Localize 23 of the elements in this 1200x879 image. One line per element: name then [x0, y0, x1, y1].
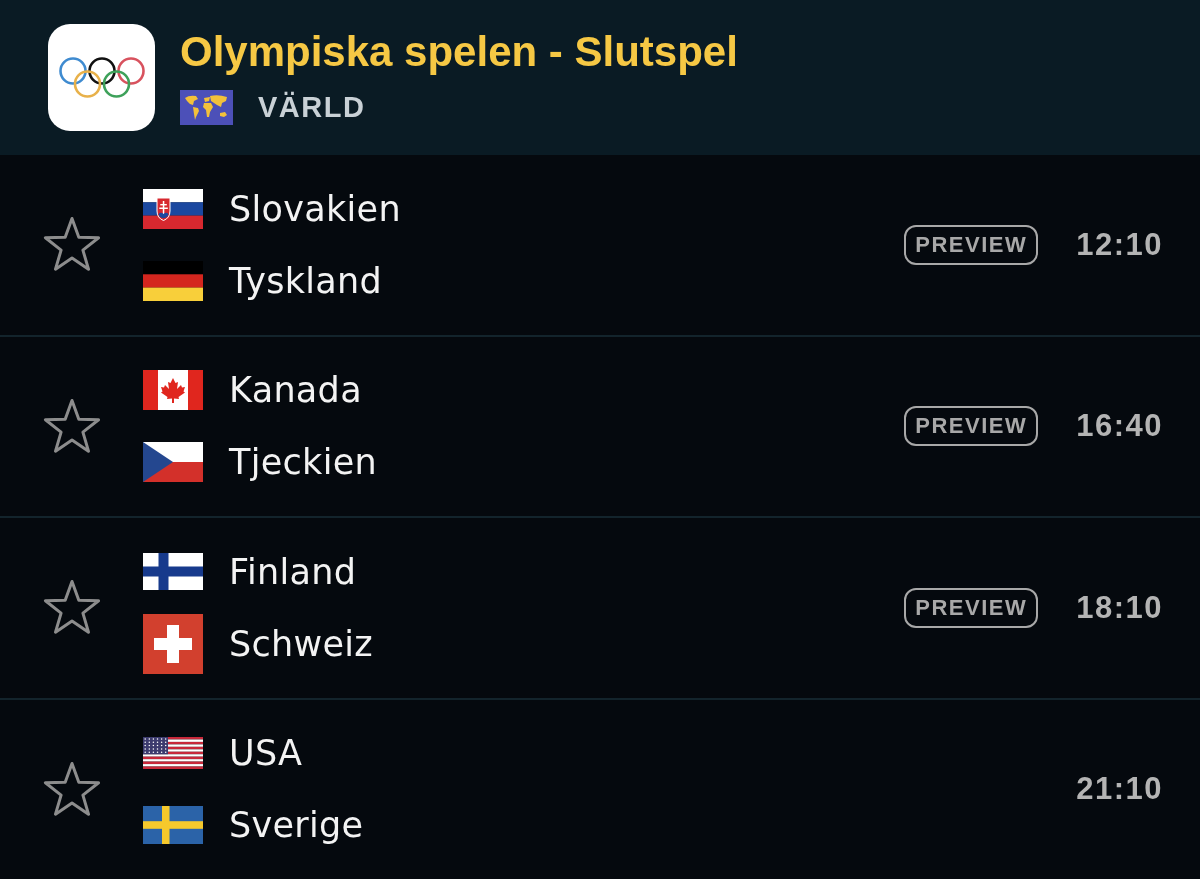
team-name: USA: [229, 732, 303, 775]
match-time: 21:10: [1076, 770, 1163, 809]
match-time: 18:10: [1076, 588, 1163, 627]
star-icon[interactable]: [42, 397, 102, 455]
team-name: Kanada: [229, 369, 362, 412]
team-name: Finland: [229, 550, 357, 593]
preview-tag[interactable]: PREVIEW: [904, 224, 1039, 265]
match-time: 16:40: [1076, 407, 1163, 446]
preview-tag[interactable]: PREVIEW: [904, 406, 1039, 447]
team-name: Slovakien: [229, 187, 401, 230]
world-map-flag-icon: [180, 90, 233, 125]
competition-title: Olympiska spelen - Slutspel: [180, 27, 738, 77]
match-time: 12:10: [1076, 225, 1163, 264]
olympic-rings-icon: [48, 24, 155, 131]
star-icon[interactable]: [42, 579, 102, 637]
star-icon[interactable]: [42, 216, 102, 274]
region-label: VÄRLD: [258, 90, 366, 125]
team-name: Tyskland: [229, 259, 383, 302]
team-name: Tjeckien: [229, 441, 377, 484]
star-icon[interactable]: [42, 760, 102, 818]
preview-tag[interactable]: PREVIEW: [904, 587, 1039, 628]
team-name: Schweiz: [229, 622, 373, 665]
team-name: Sverige: [229, 804, 364, 847]
